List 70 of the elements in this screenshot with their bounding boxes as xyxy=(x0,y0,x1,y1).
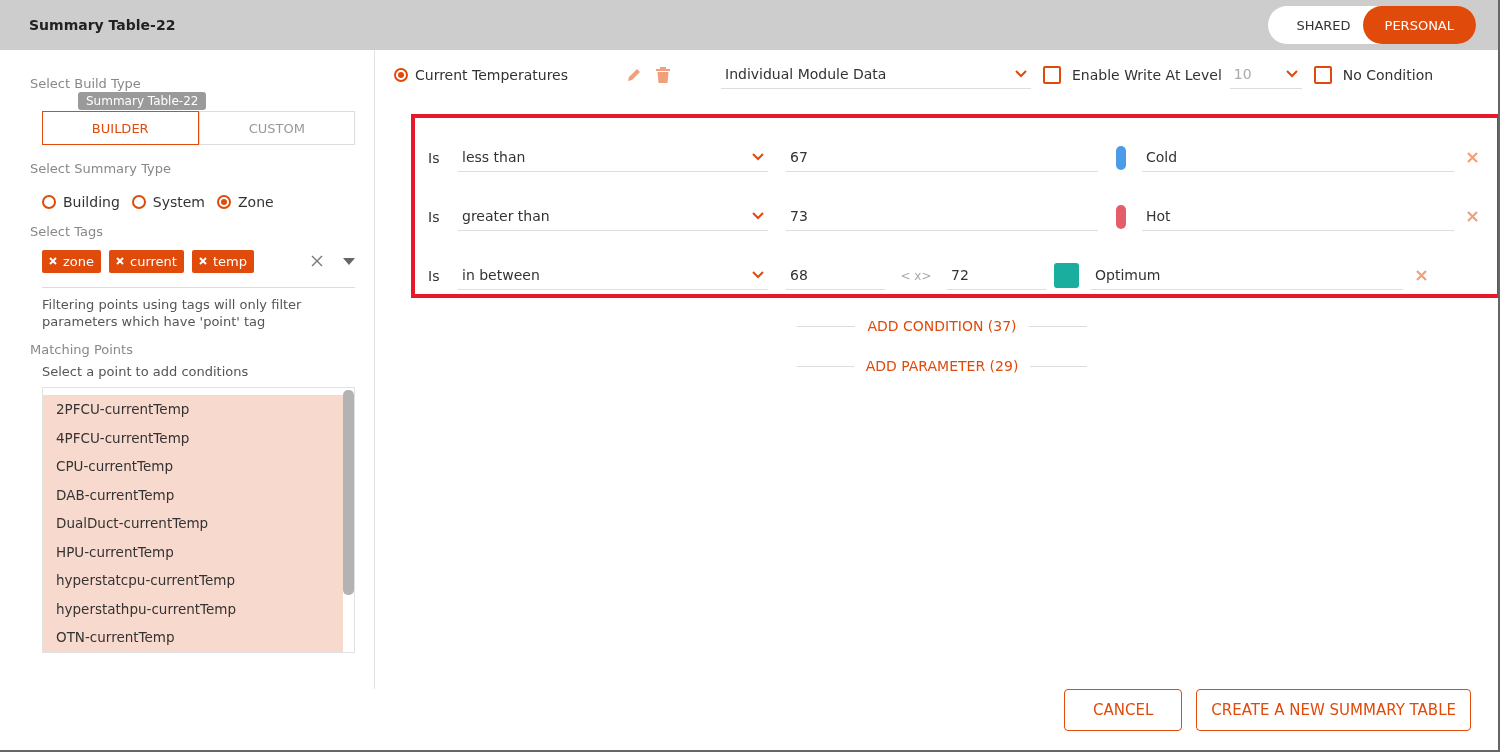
tags-field[interactable]: zone current temp xyxy=(42,247,355,288)
radio-label: System xyxy=(152,194,205,210)
window-title: Summary Table-22 xyxy=(29,17,176,33)
label-field[interactable]: Hot xyxy=(1142,202,1454,231)
color-swatch[interactable] xyxy=(1116,145,1126,170)
radio-button[interactable] xyxy=(217,195,231,209)
scrollbar-thumb[interactable] xyxy=(343,390,354,595)
color-swatch[interactable] xyxy=(1054,263,1079,288)
checkbox[interactable] xyxy=(1043,65,1061,84)
radio-button[interactable] xyxy=(131,195,146,209)
close-icon[interactable] xyxy=(1416,270,1427,281)
tag-chip[interactable]: current xyxy=(109,249,184,273)
trash-icon[interactable] xyxy=(655,65,671,84)
build-type-tab[interactable]: BUILDER xyxy=(42,111,199,145)
close-icon[interactable] xyxy=(1467,211,1478,222)
point-item[interactable]: OTN-currentTemp xyxy=(43,623,343,652)
chevron-down-icon[interactable] xyxy=(1285,70,1298,78)
value-field[interactable]: 73 xyxy=(786,202,1098,231)
add-condition-link[interactable]: ADD CONDITION (37) xyxy=(867,314,1017,338)
close-icon[interactable] xyxy=(1467,152,1478,163)
checkbox-label: No Condition xyxy=(1342,66,1434,83)
tag-chip[interactable]: temp xyxy=(191,249,254,273)
dropdown-icon[interactable] xyxy=(343,257,355,265)
section-label: Select Tags xyxy=(30,224,104,239)
cancel-button[interactable]: CANCEL xyxy=(1064,689,1183,731)
tooltip: Summary Table-22 xyxy=(78,92,207,110)
radio-label: Building xyxy=(63,194,120,210)
condition-prefix: Is xyxy=(427,267,441,284)
section-label: Matching Points xyxy=(30,342,133,357)
point-item[interactable]: 4PFCU-currentTemp xyxy=(43,423,343,452)
operator-select[interactable]: less than xyxy=(458,143,768,172)
create-button[interactable]: CREATE A NEW SUMMARY TABLE xyxy=(1196,689,1471,731)
section-label: Select Build Type xyxy=(30,76,141,91)
value-field[interactable]: 67 xyxy=(786,143,1098,172)
label-field[interactable]: Optimum xyxy=(1091,261,1403,290)
operator-select[interactable]: greater than xyxy=(458,202,768,231)
chevron-down-icon[interactable] xyxy=(1015,70,1027,78)
value-field[interactable]: 68 xyxy=(786,261,885,290)
radio-button[interactable] xyxy=(42,195,56,209)
radio-button[interactable] xyxy=(394,67,408,82)
point-item[interactable]: hyperstatcpu-currentTemp xyxy=(43,566,343,595)
chevron-down-icon[interactable] xyxy=(752,212,764,220)
checkbox[interactable] xyxy=(1313,65,1332,84)
between-sign: < x> xyxy=(899,268,933,283)
operator-select[interactable]: in between xyxy=(458,261,768,290)
tag-chip[interactable]: zone xyxy=(42,249,101,273)
checkbox-label: Enable Write At Level xyxy=(1072,66,1222,83)
point-item[interactable]: DualDuct-currentTemp xyxy=(43,509,343,538)
chevron-down-icon[interactable] xyxy=(752,153,764,161)
hint-text: Select a point to add conditions xyxy=(42,364,250,379)
help-text: Filtering points using tags will only filter parameters which have 'point' tag xyxy=(42,296,303,330)
add-parameter-link[interactable]: ADD PARAMETER (29) xyxy=(865,354,1019,378)
label-field[interactable]: Cold xyxy=(1142,143,1454,172)
condition-prefix: Is xyxy=(427,149,441,166)
point-item[interactable]: DAB-currentTemp xyxy=(43,480,343,509)
scope-option[interactable]: PERSONAL xyxy=(1362,6,1476,44)
section-label: Select Summary Type xyxy=(30,161,172,176)
chevron-down-icon[interactable] xyxy=(752,271,764,279)
clear-icon[interactable] xyxy=(311,255,323,267)
point-item[interactable]: hyperstathpu-currentTemp xyxy=(43,594,343,623)
scope-option[interactable]: SHARED xyxy=(1268,6,1363,44)
parameter-name: Current Temperatures xyxy=(415,66,569,83)
color-swatch[interactable] xyxy=(1116,204,1126,229)
data-source-select[interactable]: Individual Module Data xyxy=(721,60,1031,89)
point-item[interactable]: HPU-currentTemp xyxy=(43,537,343,566)
point-item[interactable]: 2PFCU-currentTemp xyxy=(43,395,343,424)
value-field[interactable]: 72 xyxy=(947,261,1046,290)
condition-prefix: Is xyxy=(427,208,441,225)
point-item[interactable]: CPU-currentTemp xyxy=(43,452,343,481)
radio-label: Zone xyxy=(238,194,274,210)
